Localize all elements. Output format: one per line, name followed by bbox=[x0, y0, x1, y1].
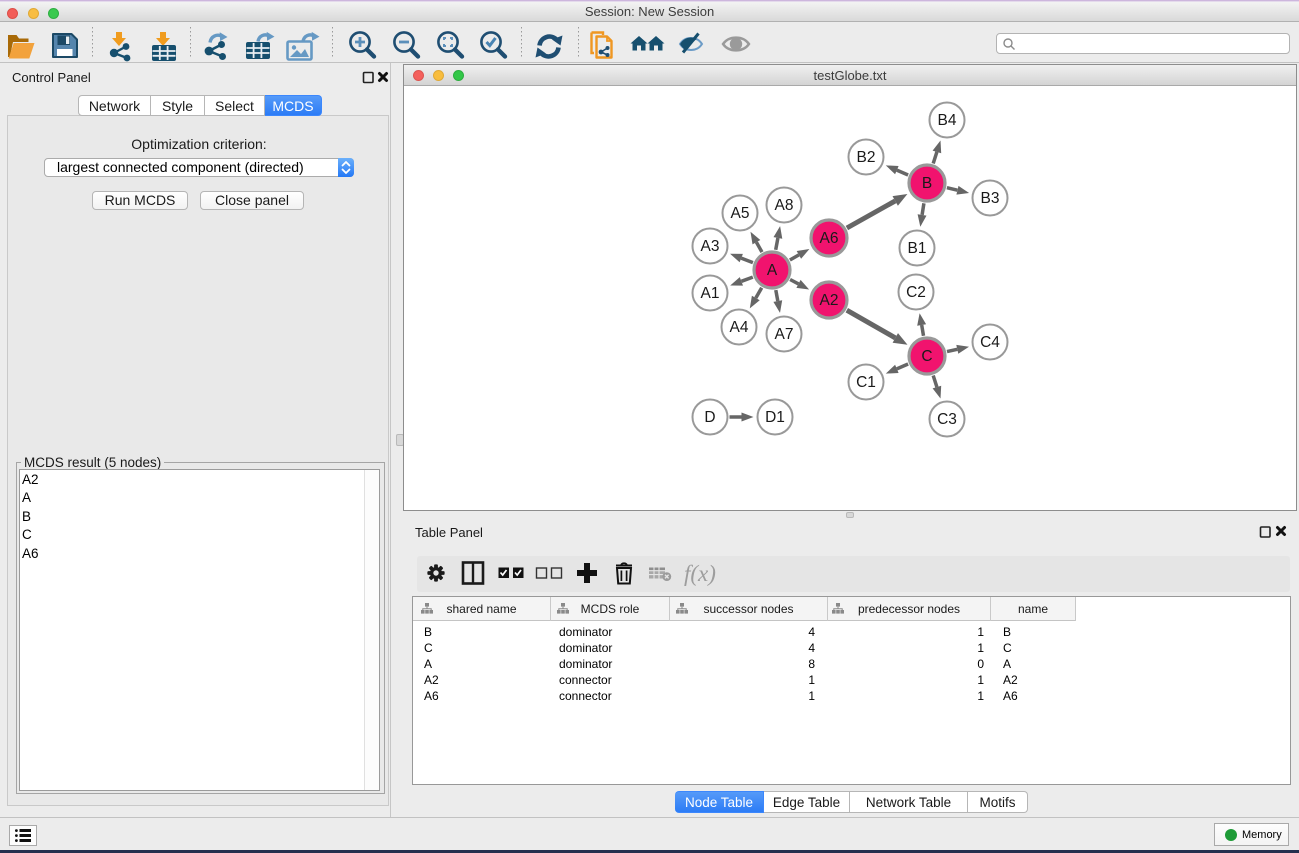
svg-text:A1: A1 bbox=[701, 285, 720, 302]
svg-text:A7: A7 bbox=[775, 326, 794, 343]
svg-text:B2: B2 bbox=[857, 149, 876, 166]
svg-text:A2: A2 bbox=[820, 292, 839, 309]
svg-text:C4: C4 bbox=[980, 334, 1000, 351]
svg-text:B3: B3 bbox=[981, 190, 1000, 207]
svg-text:B1: B1 bbox=[908, 240, 927, 257]
svg-text:C: C bbox=[921, 348, 932, 365]
svg-text:A5: A5 bbox=[731, 205, 750, 222]
svg-text:A8: A8 bbox=[775, 197, 794, 214]
svg-text:D: D bbox=[704, 409, 715, 426]
svg-text:D1: D1 bbox=[765, 409, 785, 426]
svg-text:C2: C2 bbox=[906, 284, 926, 301]
svg-text:A4: A4 bbox=[730, 319, 749, 336]
svg-text:A6: A6 bbox=[820, 230, 839, 247]
svg-text:B: B bbox=[922, 175, 932, 192]
svg-text:A3: A3 bbox=[701, 238, 720, 255]
svg-text:C1: C1 bbox=[856, 374, 876, 391]
svg-text:C3: C3 bbox=[937, 411, 957, 428]
svg-text:f(x): f(x) bbox=[684, 561, 716, 586]
svg-text:A: A bbox=[767, 262, 778, 279]
svg-text:B4: B4 bbox=[938, 112, 957, 129]
